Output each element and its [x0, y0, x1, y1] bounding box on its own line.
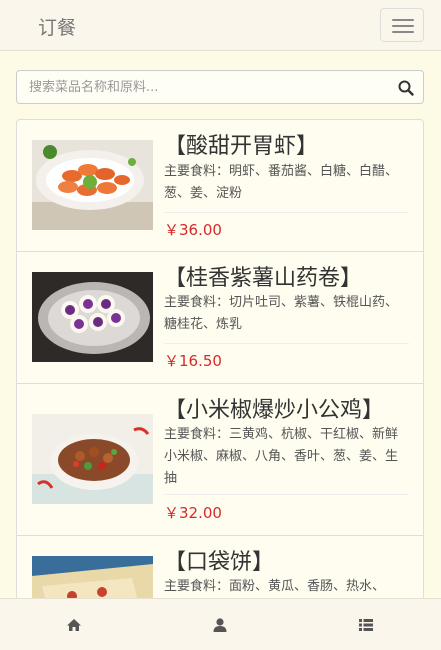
list-icon[interactable] [358, 617, 374, 633]
search-icon[interactable] [397, 79, 415, 97]
divider [164, 343, 409, 344]
hamburger-icon [392, 19, 414, 21]
dish-card[interactable]: 【酸甜开胃虾】 主要食料：明虾、番茄酱、白糖、白醋、葱、姜、淀粉 ￥36.00 [16, 119, 424, 252]
dish-list: 【酸甜开胃虾】 主要食料：明虾、番茄酱、白糖、白醋、葱、姜、淀粉 ￥36.00 … [16, 119, 424, 639]
dish-title[interactable]: 【酸甜开胃虾】 [164, 128, 318, 160]
divider [164, 212, 409, 213]
dish-title[interactable]: 【小米椒爆炒小公鸡】 [164, 392, 384, 424]
dish-price: ￥32.00 [164, 504, 222, 522]
divider [164, 494, 409, 495]
hamburger-icon-bar [392, 31, 414, 33]
dish-ingredients: 主要食料：三黄鸡、杭椒、干红椒、新鲜小米椒、麻椒、八角、香叶、葱、姜、生抽 [164, 427, 399, 486]
home-icon[interactable] [66, 617, 82, 633]
top-navbar: 订餐 [0, 0, 441, 51]
dish-price: ￥16.50 [164, 352, 222, 370]
dish-card[interactable]: 【桂香紫薯山药卷】 主要食料：切片吐司、紫薯、铁棍山药、糖桂花、炼乳 ￥16.5… [16, 252, 424, 384]
user-icon[interactable] [212, 617, 228, 633]
dish-ingredients: 主要食料：明虾、番茄酱、白糖、白醋、葱、姜、淀粉 [164, 164, 399, 201]
dish-image[interactable] [32, 272, 153, 362]
dish-image[interactable] [32, 414, 153, 504]
brand-title[interactable]: 订餐 [38, 13, 76, 40]
menu-toggle-button[interactable] [380, 8, 424, 42]
bottom-tabbar [0, 598, 441, 650]
search-box [16, 70, 424, 104]
dish-ingredients: 主要食料：切片吐司、紫薯、铁棍山药、糖桂花、炼乳 [164, 295, 399, 332]
dish-price: ￥36.00 [164, 221, 222, 239]
hamburger-icon-bar [392, 25, 414, 27]
dish-ingredients: 主要食料：面粉、黄瓜、香肠、热水、 [164, 579, 386, 594]
dish-card[interactable]: 【小米椒爆炒小公鸡】 主要食料：三黄鸡、杭椒、干红椒、新鲜小米椒、麻椒、八角、香… [16, 384, 424, 536]
dish-title[interactable]: 【口袋饼】 [164, 544, 274, 576]
search-input[interactable] [17, 71, 387, 103]
dish-image[interactable] [32, 140, 153, 230]
dish-title[interactable]: 【桂香紫薯山药卷】 [164, 260, 362, 292]
